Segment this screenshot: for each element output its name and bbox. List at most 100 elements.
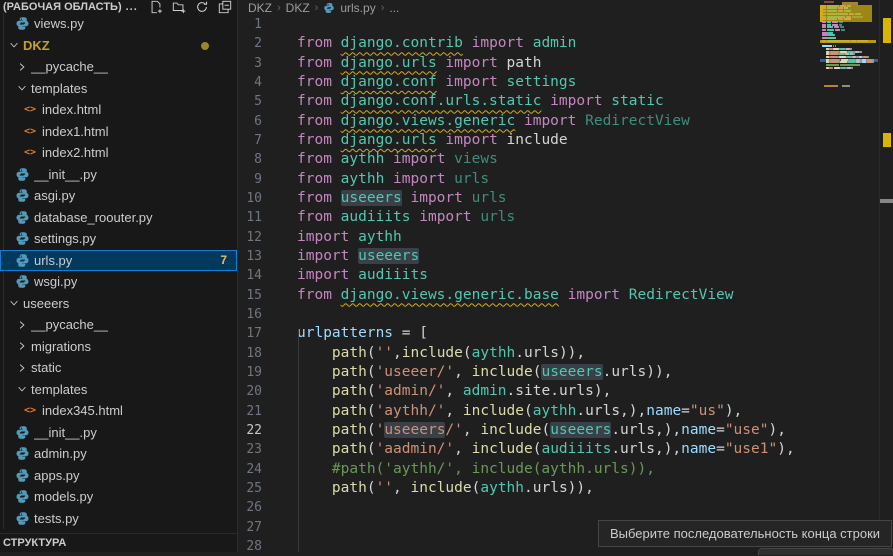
tree-item-wsgi-py[interactable]: wsgi.py — [0, 271, 237, 293]
breadcrumb-item-folder[interactable]: DKZ — [286, 1, 310, 15]
minimap-line-mark — [830, 56, 837, 58]
tree-item-templates[interactable]: templates — [0, 78, 237, 100]
line-number[interactable]: 8 — [238, 150, 262, 169]
tree-item-index-html[interactable]: <>index.html — [0, 99, 237, 121]
tree-item-dkz[interactable]: DKZ — [0, 35, 237, 57]
tree-item-urls-py[interactable]: urls.py7 — [0, 250, 237, 272]
tree-item--pycache-[interactable]: __pycache__ — [0, 314, 237, 336]
code-line[interactable]: 21 path('aythh/', include(aythh.urls,),n… — [238, 402, 893, 421]
collapse-all-icon[interactable] — [218, 0, 232, 14]
line-number[interactable]: 18 — [238, 344, 262, 363]
tree-item--init-py[interactable]: __init__.py — [0, 164, 237, 186]
tree-item-useeers[interactable]: useeers — [0, 293, 237, 315]
tree-item-label: __init__.py — [34, 167, 97, 182]
line-number[interactable]: 10 — [238, 189, 262, 208]
tree-item-admin-py[interactable]: admin.py — [0, 443, 237, 465]
code-line[interactable]: 9from aythh import urls — [238, 170, 893, 189]
line-number[interactable]: 7 — [238, 131, 262, 150]
code-line[interactable]: 22 path('useeers/', include(useeers.urls… — [238, 421, 893, 440]
overview-ruler-scrollbar[interactable] — [879, 0, 893, 552]
code-line[interactable]: 17urlpatterns = [ — [238, 324, 893, 343]
line-number[interactable]: 9 — [238, 170, 262, 189]
tree-item-apps-py[interactable]: apps.py — [0, 465, 237, 487]
minimap[interactable] — [820, 0, 878, 552]
tree-item-label: admin.py — [34, 446, 87, 461]
new-file-icon[interactable] — [149, 0, 163, 14]
code-line[interactable]: 14import audiiits — [238, 266, 893, 285]
explorer-section-header[interactable]: (РАБОЧАЯ ОБЛАСТЬ) ... — [0, 0, 237, 13]
line-number[interactable]: 15 — [238, 286, 262, 305]
line-number[interactable]: 27 — [238, 518, 262, 537]
overview-ruler-warning-mark — [883, 133, 891, 147]
refresh-icon[interactable] — [195, 0, 209, 14]
more-actions-ellipsis[interactable]: ... — [126, 1, 138, 13]
code-line[interactable]: 12import aythh — [238, 228, 893, 247]
minimap-line-mark — [839, 61, 840, 63]
line-number[interactable]: 26 — [238, 498, 262, 517]
minimap-line-mark — [841, 59, 847, 61]
statusbar-tooltip: Выберите последовательность конца строки — [598, 520, 892, 547]
line-number[interactable]: 28 — [238, 537, 262, 556]
tree-item-database-roouter-py[interactable]: database_roouter.py — [0, 207, 237, 229]
line-number[interactable]: 22 — [238, 421, 262, 440]
tree-item-models-py[interactable]: models.py — [0, 486, 237, 508]
tree-item-templates[interactable]: templates — [0, 379, 237, 401]
line-number[interactable]: 17 — [238, 324, 262, 343]
line-number[interactable]: 24 — [238, 460, 262, 479]
breadcrumb-item-file[interactable]: urls.py — [340, 1, 375, 15]
code-line[interactable]: 11from audiiits import urls — [238, 208, 893, 227]
line-number[interactable]: 25 — [238, 479, 262, 498]
code-line[interactable]: 1 — [238, 15, 893, 34]
tree-item-views-py[interactable]: views.py — [0, 13, 237, 35]
tree-item-migrations[interactable]: migrations — [0, 336, 237, 358]
code-line[interactable]: 5from django.conf.urls.static import sta… — [238, 92, 893, 111]
new-folder-icon[interactable] — [172, 0, 186, 14]
code-line[interactable]: 3from django.urls import path — [238, 54, 893, 73]
tree-item-tests-py[interactable]: tests.py — [0, 508, 237, 530]
line-number[interactable]: 20 — [238, 382, 262, 401]
outline-section-header[interactable]: СТРУКТУРА — [0, 533, 237, 552]
breadcrumb-item-symbol[interactable]: ... — [389, 1, 399, 15]
tree-item--pycache-[interactable]: __pycache__ — [0, 56, 237, 78]
code-line[interactable]: 18 path('',include(aythh.urls)), — [238, 344, 893, 363]
line-number[interactable]: 6 — [238, 112, 262, 131]
line-number[interactable]: 11 — [238, 208, 262, 227]
tree-item--init-py[interactable]: __init__.py — [0, 422, 237, 444]
line-number[interactable]: 23 — [238, 440, 262, 459]
code-line[interactable]: 20 path('admin/', admin.site.urls), — [238, 382, 893, 401]
code-line[interactable]: 10from useeers import urls — [238, 189, 893, 208]
code-line[interactable]: 6from django.views.generic import Redire… — [238, 112, 893, 131]
code-area[interactable]: 12from django.contrib import admin3from … — [238, 15, 893, 552]
line-number[interactable]: 12 — [238, 228, 262, 247]
code-line[interactable]: 15from django.views.generic.base import … — [238, 286, 893, 305]
line-number[interactable]: 3 — [238, 54, 262, 73]
line-number[interactable]: 4 — [238, 73, 262, 92]
code-line[interactable]: 7from django.urls import include — [238, 131, 893, 150]
line-number[interactable]: 5 — [238, 92, 262, 111]
html-file-icon: <> — [22, 145, 38, 161]
line-number[interactable]: 14 — [238, 266, 262, 285]
code-line[interactable]: 25 path('', include(aythh.urls)), — [238, 479, 893, 498]
line-number[interactable]: 2 — [238, 34, 262, 53]
tree-item-static[interactable]: static — [0, 357, 237, 379]
code-line[interactable]: 23 path('aadmin/', include(audiiits.urls… — [238, 440, 893, 459]
line-number[interactable]: 1 — [238, 15, 262, 34]
tree-item-settings-py[interactable]: settings.py — [0, 228, 237, 250]
code-line[interactable]: 16 — [238, 305, 893, 324]
breadcrumb-item-project[interactable]: DKZ — [248, 1, 272, 15]
code-line[interactable]: 8from aythh import views — [238, 150, 893, 169]
line-number[interactable]: 16 — [238, 305, 262, 324]
line-number[interactable]: 13 — [238, 247, 262, 266]
line-number[interactable]: 19 — [238, 363, 262, 382]
code-line[interactable]: 4from django.conf import settings — [238, 73, 893, 92]
tree-item-asgi-py[interactable]: asgi.py — [0, 185, 237, 207]
code-line[interactable]: 26 — [238, 498, 893, 517]
tree-item-index345-html[interactable]: <>index345.html — [0, 400, 237, 422]
code-line[interactable]: 19 path('useeer/', include(useeers.urls)… — [238, 363, 893, 382]
tree-item-index1-html[interactable]: <>index1.html — [0, 121, 237, 143]
code-line[interactable]: 24 #path('aythh/', include(aythh.urls)), — [238, 460, 893, 479]
line-number[interactable]: 21 — [238, 402, 262, 421]
code-line[interactable]: 13import useeers — [238, 247, 893, 266]
tree-item-index2-html[interactable]: <>index2.html — [0, 142, 237, 164]
code-line[interactable]: 2from django.contrib import admin — [238, 34, 893, 53]
